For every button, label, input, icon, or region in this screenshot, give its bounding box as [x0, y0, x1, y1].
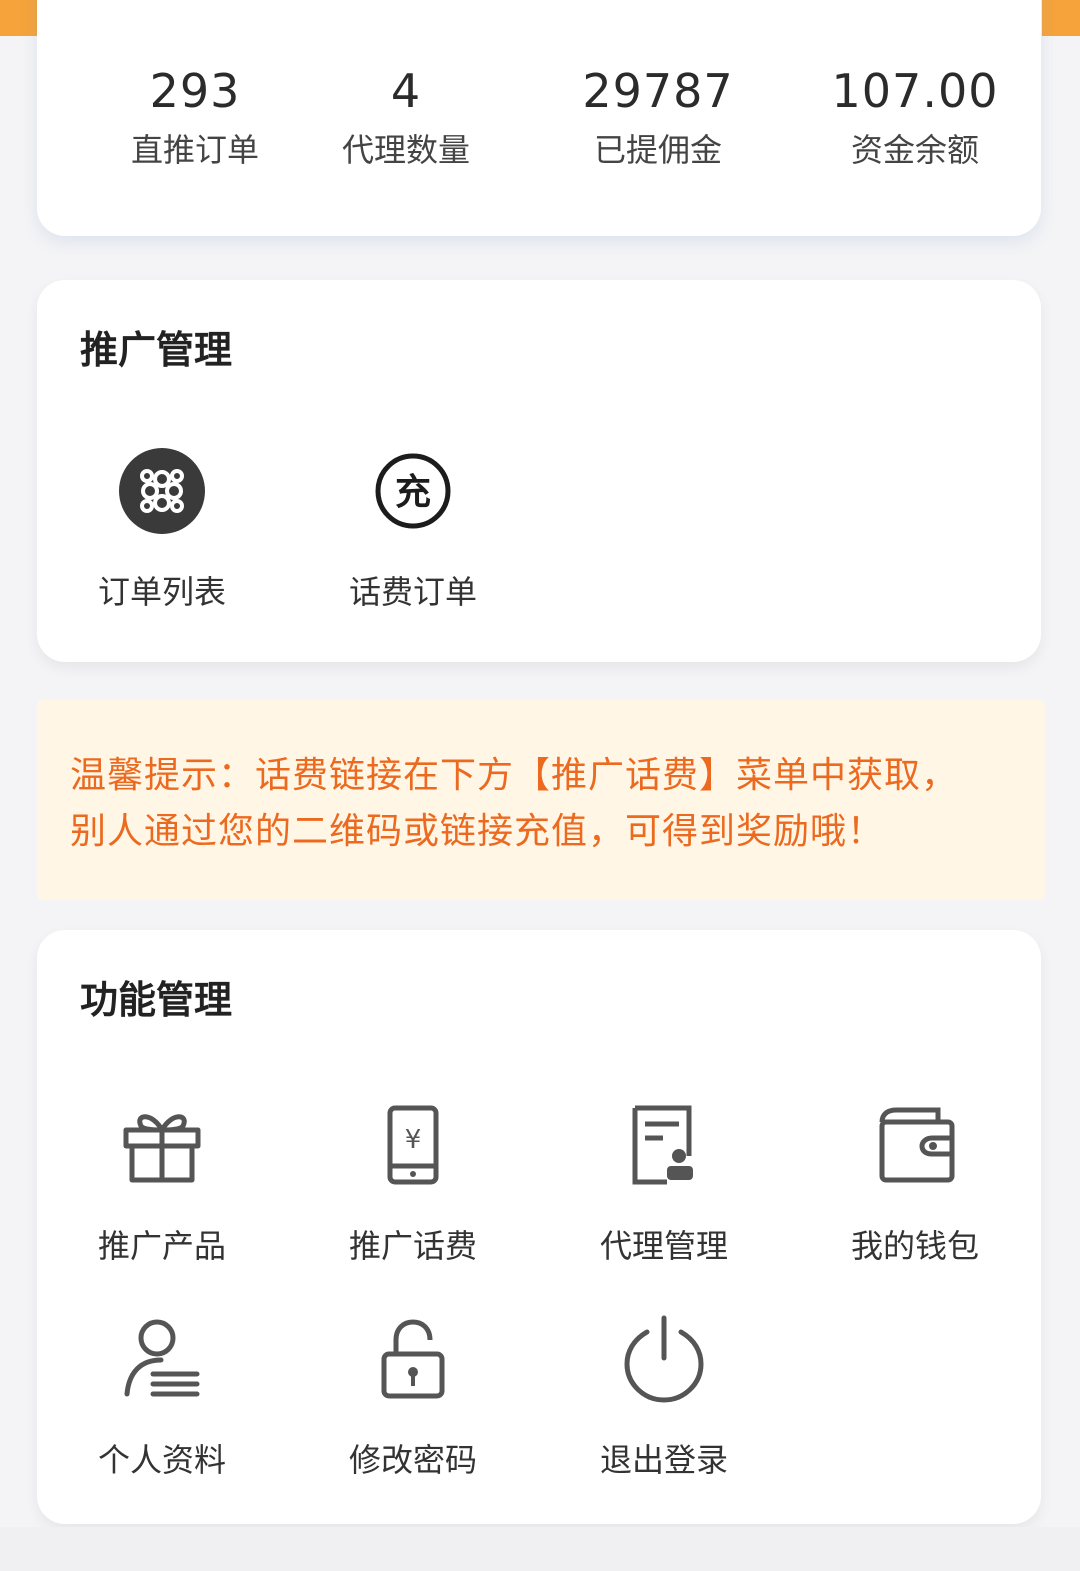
tip-notice-line: 别人通过您的二维码或链接充值，可得到奖励哦！ [70, 811, 885, 852]
tip-notice-text: 温馨提示：话费链接在下方【推广话费】菜单中获取， 别人通过您的二维码或链接充值，… [70, 748, 1030, 860]
stat-withdrawn-commission[interactable]: 29787 已提佣金 [533, 66, 783, 170]
function-item-agent-management[interactable]: 代理管理 [539, 1100, 789, 1266]
stat-label: 已提佣金 [593, 131, 722, 169]
function-item-promote-products[interactable]: 推广产品 [37, 1100, 287, 1266]
function-item-profile[interactable]: 个人资料 [37, 1314, 287, 1480]
promo-item-order-list[interactable]: 订单列表 [37, 446, 287, 612]
function-item-change-password[interactable]: 修改密码 [288, 1314, 538, 1480]
unlock-icon [381, 1319, 445, 1399]
unicom-logo-icon [119, 448, 205, 534]
tip-notice-line: 温馨提示：话费链接在下方【推广话费】菜单中获取， [70, 755, 959, 796]
promo-item-label: 订单列表 [97, 573, 226, 611]
stat-value: 29787 [582, 64, 734, 118]
svg-text:¥: ¥ [405, 1125, 422, 1155]
wallet-icon [879, 1107, 955, 1183]
phone-yuan-icon: ¥ [387, 1105, 439, 1185]
section-title: 功能管理 [80, 978, 233, 1022]
function-item-logout[interactable]: 退出登录 [539, 1314, 789, 1480]
tip-notice: 温馨提示：话费链接在下方【推广话费】菜单中获取， 别人通过您的二维码或链接充值，… [37, 700, 1045, 900]
power-icon [624, 1315, 704, 1403]
profile-icon [124, 1319, 200, 1397]
document-user-icon [632, 1105, 693, 1185]
function-item-label: 修改密码 [348, 1441, 477, 1479]
promo-item-phone-orders[interactable]: 充 话费订单 [288, 446, 538, 612]
function-management-card: 功能管理 推广产品 ¥ 推广话费 代理管理 我的钱包 个人资料 修改密码 退出登… [37, 930, 1041, 1524]
header-accent-left [0, 0, 38, 36]
function-item-label: 推广话费 [348, 1227, 477, 1265]
function-item-label: 退出登录 [599, 1441, 728, 1479]
function-item-label: 个人资料 [97, 1441, 226, 1479]
recharge-icon: 充 [375, 453, 451, 529]
promo-item-label: 话费订单 [348, 573, 477, 611]
stat-agent-count[interactable]: 4 代理数量 [281, 66, 531, 170]
function-item-label: 推广产品 [97, 1227, 226, 1265]
stat-balance[interactable]: 107.00 资金余额 [790, 66, 1040, 170]
stat-label: 代理数量 [341, 131, 470, 169]
bottom-bar-edge [0, 1527, 1080, 1571]
function-item-my-wallet[interactable]: 我的钱包 [790, 1100, 1040, 1266]
gift-icon [123, 1114, 201, 1183]
function-item-label: 代理管理 [599, 1227, 728, 1265]
stat-label: 资金余额 [850, 131, 979, 169]
function-item-label: 我的钱包 [850, 1227, 979, 1265]
header-accent-right [1042, 0, 1080, 36]
stat-value: 4 [390, 64, 422, 118]
function-item-promote-phone-fee[interactable]: ¥ 推广话费 [288, 1100, 538, 1266]
section-title: 推广管理 [80, 328, 233, 372]
stats-card: 293 直推订单 4 代理数量 29787 已提佣金 107.00 资金余额 [37, 0, 1041, 236]
stat-value: 107.00 [831, 64, 999, 118]
svg-text:充: 充 [395, 472, 431, 513]
promo-management-card: 推广管理 订单列表 充 话费订单 [37, 280, 1041, 662]
